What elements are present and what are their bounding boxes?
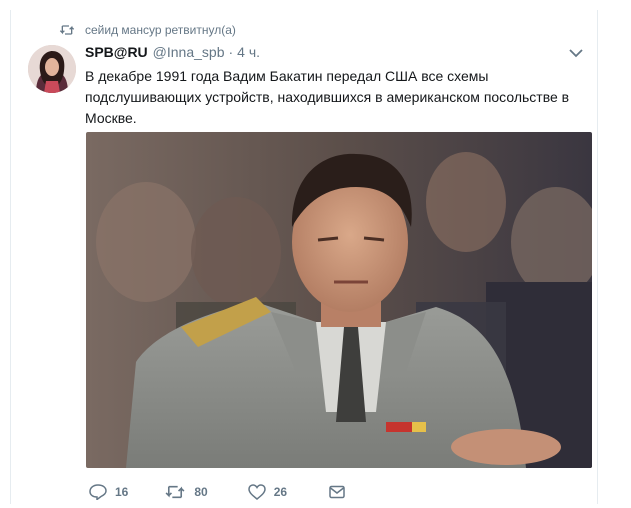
tweet-photo[interactable] bbox=[86, 132, 592, 468]
avatar[interactable] bbox=[28, 45, 76, 93]
retweet-icon bbox=[165, 485, 185, 499]
like-count: 26 bbox=[273, 485, 288, 499]
reply-icon bbox=[89, 484, 107, 500]
chevron-down-icon[interactable] bbox=[569, 48, 583, 58]
tweet-header: SPB@RU @Inna_spb · 4 ч. bbox=[85, 44, 260, 60]
tweet-actions: 16 80 26 bbox=[89, 484, 353, 500]
reply-count: 16 bbox=[115, 485, 129, 499]
retweet-count: 80 bbox=[194, 485, 208, 499]
separator: · bbox=[228, 44, 234, 60]
heart-icon bbox=[247, 484, 266, 500]
like-button[interactable]: 26 bbox=[247, 484, 288, 500]
tweet-text: В декабре 1991 года Вадим Бакатин переда… bbox=[85, 68, 570, 126]
envelope-icon bbox=[329, 485, 345, 499]
timestamp[interactable]: 4 ч. bbox=[237, 44, 260, 60]
retweet-icon bbox=[59, 25, 75, 35]
tweet-card[interactable]: сейид мансур ретвитнул(а) SPB@RU @Inna_s… bbox=[10, 10, 598, 504]
direct-message-button[interactable] bbox=[329, 485, 353, 499]
retweet-context: сейид мансур ретвитнул(а) bbox=[59, 23, 236, 37]
retweet-context-text[interactable]: сейид мансур ретвитнул(а) bbox=[85, 23, 236, 37]
fullname[interactable]: SPB@RU bbox=[85, 44, 148, 60]
reply-button[interactable]: 16 bbox=[89, 484, 128, 500]
username[interactable]: @Inna_spb bbox=[153, 44, 225, 60]
retweet-button[interactable]: 80 bbox=[164, 484, 208, 500]
